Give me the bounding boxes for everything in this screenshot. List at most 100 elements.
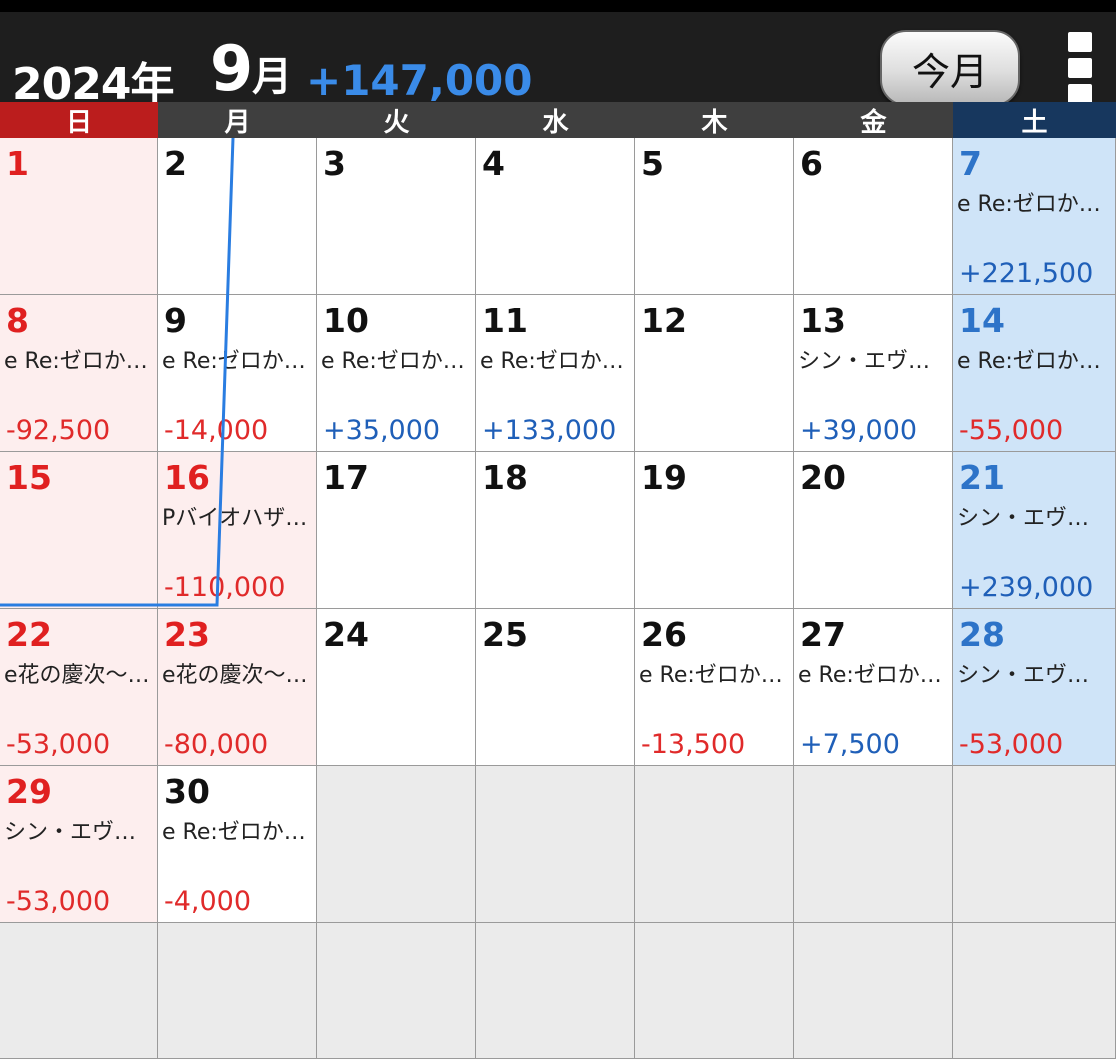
day-number: 19 <box>641 458 687 497</box>
day-number: 25 <box>482 615 528 654</box>
empty-cell <box>953 766 1116 923</box>
day-cell-21[interactable]: 21 シン・エヴ… +239,000 <box>953 452 1116 609</box>
empty-cell <box>953 923 1116 1059</box>
day-cell-7[interactable]: 7 e Re:ゼロか… +221,500 <box>953 138 1116 295</box>
weekday-2: 火 <box>317 102 476 138</box>
day-number: 8 <box>6 301 29 340</box>
weekday-4: 木 <box>635 102 794 138</box>
empty-cell <box>794 766 953 923</box>
entry-title: シン・エヴ… <box>798 349 931 374</box>
day-number: 23 <box>164 615 210 654</box>
day-number: 6 <box>800 144 823 183</box>
day-cell-23[interactable]: 23 e花の慶次～… -80,000 <box>158 609 317 766</box>
entry-title: e花の慶次～… <box>162 663 308 688</box>
entry-amount: -13,500 <box>641 729 746 760</box>
day-cell-18[interactable]: 18 <box>476 452 635 609</box>
day-number: 5 <box>641 144 664 183</box>
entry-amount: +39,000 <box>800 415 918 446</box>
entry-title: e Re:ゼロか… <box>798 663 942 688</box>
day-cell-20[interactable]: 20 <box>794 452 953 609</box>
day-number: 18 <box>482 458 528 497</box>
day-number: 12 <box>641 301 687 340</box>
day-number: 20 <box>800 458 846 497</box>
day-cell-3[interactable]: 3 <box>317 138 476 295</box>
day-cell-10[interactable]: 10 e Re:ゼロか… +35,000 <box>317 295 476 452</box>
empty-cell <box>317 923 476 1059</box>
entry-title: e Re:ゼロか… <box>321 349 465 374</box>
day-number: 11 <box>482 301 528 340</box>
empty-cell <box>317 766 476 923</box>
entry-amount: -53,000 <box>959 729 1064 760</box>
day-number: 1 <box>6 144 29 183</box>
day-cell-14[interactable]: 14 e Re:ゼロか… -55,000 <box>953 295 1116 452</box>
entry-title: e Re:ゼロか… <box>162 820 306 845</box>
day-number: 30 <box>164 772 210 811</box>
empty-cell <box>476 923 635 1059</box>
day-number: 28 <box>959 615 1005 654</box>
day-number: 21 <box>959 458 1005 497</box>
day-cell-30[interactable]: 30 e Re:ゼロか… -4,000 <box>158 766 317 923</box>
month-label[interactable]: 9月 <box>210 32 292 105</box>
day-number: 13 <box>800 301 846 340</box>
empty-cell <box>794 923 953 1059</box>
day-number: 14 <box>959 301 1005 340</box>
entry-title: e Re:ゼロか… <box>957 349 1101 374</box>
day-number: 9 <box>164 301 187 340</box>
calendar-header: 2024年 9月 +147,000 今月 <box>0 12 1116 110</box>
empty-cell <box>476 766 635 923</box>
month-unit: 月 <box>252 54 292 100</box>
day-cell-11[interactable]: 11 e Re:ゼロか… +133,000 <box>476 295 635 452</box>
day-cell-26[interactable]: 26 e Re:ゼロか… -13,500 <box>635 609 794 766</box>
day-cell-29[interactable]: 29 シン・エヴ… -53,000 <box>0 766 158 923</box>
day-cell-6[interactable]: 6 <box>794 138 953 295</box>
empty-cell <box>158 923 317 1059</box>
day-cell-15[interactable]: 15 <box>0 452 158 609</box>
entry-title: e Re:ゼロか… <box>480 349 624 374</box>
day-cell-24[interactable]: 24 <box>317 609 476 766</box>
weekday-5: 金 <box>794 102 953 138</box>
entry-title: シン・エヴ… <box>957 506 1090 531</box>
entry-title: シン・エヴ… <box>4 820 137 845</box>
day-cell-16[interactable]: 16 Pバイオハザ… -110,000 <box>158 452 317 609</box>
day-number: 4 <box>482 144 505 183</box>
day-cell-28[interactable]: 28 シン・エヴ… -53,000 <box>953 609 1116 766</box>
day-number: 26 <box>641 615 687 654</box>
entry-amount: -110,000 <box>164 572 286 603</box>
calendar-grid: 1234567e Re:ゼロか… +221,500 8 e Re:ゼロか… -92,50… <box>0 138 1116 1059</box>
day-cell-5[interactable]: 5 <box>635 138 794 295</box>
day-number: 3 <box>323 144 346 183</box>
entry-amount: +35,000 <box>323 415 441 446</box>
day-cell-2[interactable]: 2 <box>158 138 317 295</box>
empty-cell <box>635 923 794 1059</box>
overflow-menu-icon[interactable] <box>1068 32 1094 106</box>
day-cell-17[interactable]: 17 <box>317 452 476 609</box>
weekday-header: 日月火水木金土 <box>0 102 1116 138</box>
day-cell-27[interactable]: 27 e Re:ゼロか… +7,500 <box>794 609 953 766</box>
entry-amount: -14,000 <box>164 415 269 446</box>
day-number: 7 <box>959 144 982 183</box>
this-month-button[interactable]: 今月 <box>880 30 1020 106</box>
day-cell-1[interactable]: 1 <box>0 138 158 295</box>
day-number: 24 <box>323 615 369 654</box>
day-cell-9[interactable]: 9 e Re:ゼロか… -14,000 <box>158 295 317 452</box>
entry-title: Pバイオハザ… <box>162 506 308 531</box>
day-number: 2 <box>164 144 187 183</box>
entry-amount: +221,500 <box>959 258 1094 289</box>
day-cell-12[interactable]: 12 <box>635 295 794 452</box>
day-number: 29 <box>6 772 52 811</box>
entry-title: e Re:ゼロか… <box>639 663 783 688</box>
day-cell-4[interactable]: 4 <box>476 138 635 295</box>
empty-cell <box>0 923 158 1059</box>
day-number: 16 <box>164 458 210 497</box>
day-number: 10 <box>323 301 369 340</box>
day-cell-8[interactable]: 8 e Re:ゼロか… -92,500 <box>0 295 158 452</box>
day-cell-13[interactable]: 13 シン・エヴ… +39,000 <box>794 295 953 452</box>
day-cell-25[interactable]: 25 <box>476 609 635 766</box>
day-cell-19[interactable]: 19 <box>635 452 794 609</box>
day-cell-22[interactable]: 22 e花の慶次～… -53,000 <box>0 609 158 766</box>
entry-amount: +133,000 <box>482 415 617 446</box>
day-number: 15 <box>6 458 52 497</box>
entry-amount: +7,500 <box>800 729 900 760</box>
day-number: 17 <box>323 458 369 497</box>
entry-amount: -80,000 <box>164 729 269 760</box>
